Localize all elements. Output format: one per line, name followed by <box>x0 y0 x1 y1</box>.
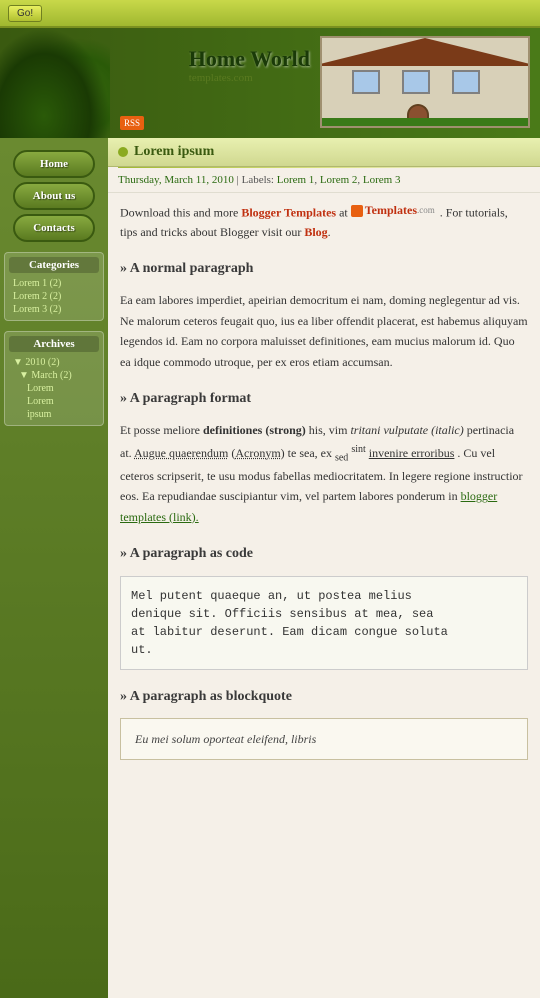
sidebar: Home About us Contacts Categories Lorem … <box>0 138 108 998</box>
label-link-3[interactable]: Lorem 3 <box>363 174 401 186</box>
post-date-link[interactable]: Thursday, March 11, 2010 <box>118 174 234 186</box>
labels-prefix: | Labels: <box>237 174 277 186</box>
label-link-1[interactable]: Lorem 1 <box>277 174 315 186</box>
strong-text: definitiones (strong) <box>203 423 306 437</box>
acronym-text: Acronym <box>235 446 280 460</box>
list-item[interactable]: Lorem 2 (2) <box>9 290 99 303</box>
italic-text: tritani vulputate (italic) <box>350 423 463 437</box>
post-dot-icon <box>118 147 128 157</box>
categories-title: Categories <box>9 257 99 273</box>
page-layout: Home About us Contacts Categories Lorem … <box>0 138 540 998</box>
nav-home-button[interactable]: Home <box>13 150 95 178</box>
categories-section: Categories Lorem 1 (2) Lorem 2 (2) Lorem… <box>4 252 104 321</box>
nav-about-button[interactable]: About us <box>13 182 95 210</box>
code-block: Mel putent quaeque an, ut postea melius … <box>120 576 528 670</box>
underline-text: invenire erroribus <box>369 446 455 460</box>
blogger-templates-link[interactable]: Blogger Templates <box>241 206 336 220</box>
post-body: Download this and more Blogger Templates… <box>108 193 540 778</box>
list-item[interactable]: ipsum <box>9 408 99 421</box>
post-title: Lorem ipsum <box>134 144 214 160</box>
blog-link[interactable]: Blog <box>304 225 327 239</box>
post-header: Lorem ipsum <box>108 138 540 167</box>
top-bar: Go! <box>0 0 540 28</box>
site-title: Home World <box>189 46 310 72</box>
section2-text: Et posse meliore definitiones (strong) h… <box>120 420 528 527</box>
archives-title: Archives <box>9 336 99 352</box>
go-button[interactable]: Go! <box>8 5 42 22</box>
section2-heading: » A paragraph format <box>120 388 528 410</box>
sup-text: sint <box>351 444 365 455</box>
site-header: Home World templates.com RSS <box>0 28 540 138</box>
abbr-text: Augue quaerendum <box>134 446 228 460</box>
list-item[interactable]: Lorem 3 (2) <box>9 303 99 316</box>
sub-text: sed <box>335 452 348 463</box>
download-line: Download this and more Blogger Templates… <box>120 201 528 242</box>
list-item[interactable]: Lorem <box>9 382 99 395</box>
archives-section: Archives ▼ 2010 (2) ▼ March (2) Lorem Lo… <box>4 331 104 426</box>
rss-badge[interactable]: RSS <box>120 116 144 130</box>
nav-contacts-button[interactable]: Contacts <box>13 214 95 242</box>
blockquote-text: Eu mei solum oporteat eleifend, libris <box>135 732 316 746</box>
list-item[interactable]: Lorem <box>9 395 99 408</box>
label-link-2[interactable]: Lorem 2 <box>320 174 358 186</box>
header-title-area: Home World templates.com <box>189 46 310 84</box>
section1-text: Ea eam labores imperdiet, apeirian democ… <box>120 290 528 372</box>
blockquote-box: Eu mei solum oporteat eleifend, libris <box>120 718 528 760</box>
site-subtitle: templates.com <box>189 72 310 84</box>
section4-heading: » A paragraph as blockquote <box>120 686 528 708</box>
main-content: Lorem ipsum Thursday, March 11, 2010 | L… <box>108 138 540 998</box>
section1-heading: » A normal paragraph <box>120 258 528 280</box>
post-meta: Thursday, March 11, 2010 | Labels: Lorem… <box>108 168 540 193</box>
list-item[interactable]: Lorem 1 (2) <box>9 277 99 290</box>
header-house-illustration <box>320 36 530 128</box>
list-item[interactable]: ▼ 2010 (2) <box>9 356 99 369</box>
header-trees-decoration <box>0 28 110 138</box>
list-item[interactable]: ▼ March (2) <box>9 369 99 382</box>
templates-badge: Templates.com <box>351 201 435 220</box>
section3-heading: » A paragraph as code <box>120 543 528 565</box>
